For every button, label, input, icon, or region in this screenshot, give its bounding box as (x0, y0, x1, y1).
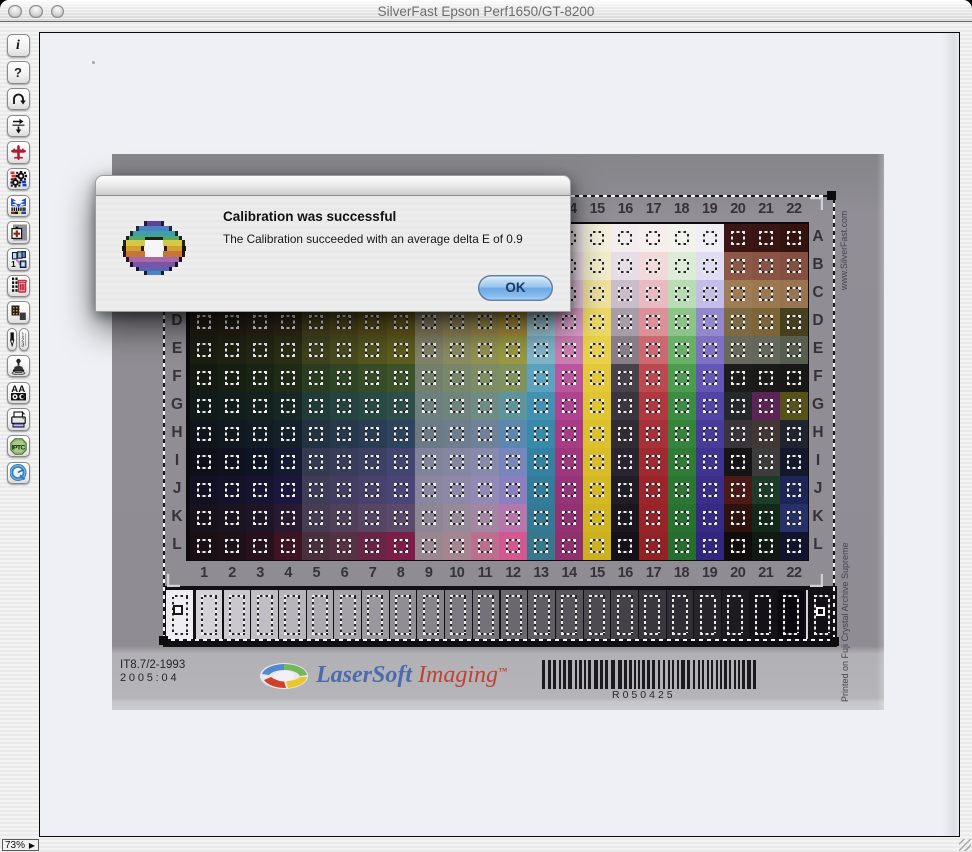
svg-text:3: 3 (21, 342, 24, 347)
svg-text:IPTC: IPTC (11, 444, 25, 451)
svg-text:1: 1 (11, 259, 16, 268)
